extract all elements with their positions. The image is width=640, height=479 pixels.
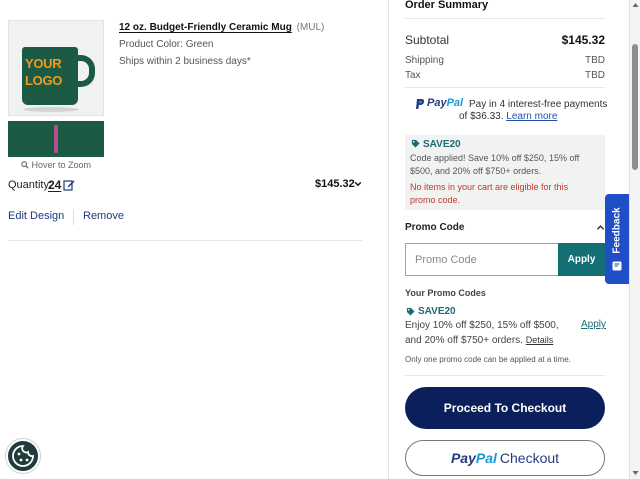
paypal-installment-price: of $36.33. [459,111,504,122]
subtotal-value: $145.32 [561,33,605,47]
promo-limit-note: Only one promo code can be applied at a … [405,355,571,364]
item-divider [8,240,362,241]
chevron-up-icon[interactable] [596,223,605,232]
quantity-label: Quantity: [8,179,53,191]
edit-icon[interactable] [63,179,75,191]
tag-icon [406,307,415,316]
paypal-installments-amount: of $36.33. Learn more [459,111,557,122]
tag-icon [411,139,420,148]
feedback-icon [612,261,622,271]
feedback-label: Feedback [611,206,623,254]
action-divider [73,209,74,225]
tax-label: Tax [405,70,421,81]
chevron-down-icon[interactable] [354,180,362,188]
design-preview-thumbnail[interactable] [8,121,104,157]
paypal-checkout-button[interactable]: PayPal Checkout [405,440,605,476]
paypal-brand-pay: Pay [427,97,447,109]
summary-divider [405,87,605,88]
zoom-icon [21,161,29,169]
summary-divider [405,375,605,376]
mug-shadow [23,107,79,112]
cart-item-panel: YOUR LOGO Hover to Zoom 12 oz. Budget-Fr… [0,0,370,479]
mug-logo-text: YOUR LOGO [25,56,63,88]
feedback-tab[interactable]: Feedback [605,194,629,284]
saved-promo-code: SAVE20 [418,306,456,317]
scroll-up-icon[interactable] [632,2,639,8]
promo-error-message: No items in your cart are eligible for t… [410,182,569,205]
applied-promo-description: Code applied! Save 10% off $250, 15% off… [410,153,580,176]
product-name-link[interactable]: 12 oz. Budget-Friendly Ceramic Mug [119,22,292,33]
promo-details-link[interactable]: Details [526,335,554,345]
feedback-label-wrap: Feedback [605,194,629,266]
proceed-to-checkout-button[interactable]: Proceed To Checkout [405,387,605,429]
paypal-checkout-label: Checkout [499,450,560,466]
promo-code-heading[interactable]: Promo Code [405,222,464,233]
your-promo-codes-heading: Your Promo Codes [405,288,486,298]
paypal-brand: PayPal [427,97,463,109]
paypal-installments-message: Pay in 4 interest-free payments [469,99,608,110]
summary-divider [405,18,605,19]
shipping-note: Ships within 2 business days* [119,56,251,67]
scrollbar-thumb[interactable] [632,44,638,170]
product-title[interactable]: 12 oz. Budget-Friendly Ceramic Mug (MUL) [119,22,324,33]
summary-panel-border [388,0,389,479]
promo-apply-button[interactable]: Apply [558,243,605,276]
mug-handle [75,55,95,87]
paypal-icon [416,99,425,109]
promo-code-input[interactable] [405,243,559,276]
product-color: Product Color: Green [119,39,214,50]
shipping-value: TBD [585,55,605,66]
saved-promo-description: Enjoy 10% off $250, 15% off $500, and 20… [405,319,573,348]
cookie-icon [12,445,34,467]
page-scrollbar[interactable] [629,0,640,479]
order-summary-title: Order Summary [405,0,489,11]
tax-value: TBD [585,70,605,81]
paypal-checkout-pay: Pay [450,450,476,466]
paypal-brand-pal: Pal [446,97,464,109]
saved-promo-apply-link[interactable]: Apply [581,319,606,330]
cookie-settings-button[interactable] [6,439,40,473]
shipping-label: Shipping [405,55,444,66]
zoom-hint: Hover to Zoom [8,160,104,170]
product-code: (MUL) [296,22,325,33]
quantity-value[interactable]: 24 [48,178,61,192]
subtotal-label: Subtotal [405,33,450,47]
edit-design-link[interactable]: Edit Design [8,210,64,222]
zoom-hint-label: Hover to Zoom [31,160,92,170]
line-item-price: $145.32 [315,178,355,190]
paypal-checkout-pal: Pal [475,450,497,466]
remove-link[interactable]: Remove [83,210,124,222]
scroll-down-icon[interactable] [632,470,639,476]
applied-promo-code: SAVE20 [423,139,461,150]
product-image[interactable]: YOUR LOGO [8,20,104,116]
paypal-learn-more-link[interactable]: Learn more [506,111,557,122]
design-mark [54,125,58,153]
